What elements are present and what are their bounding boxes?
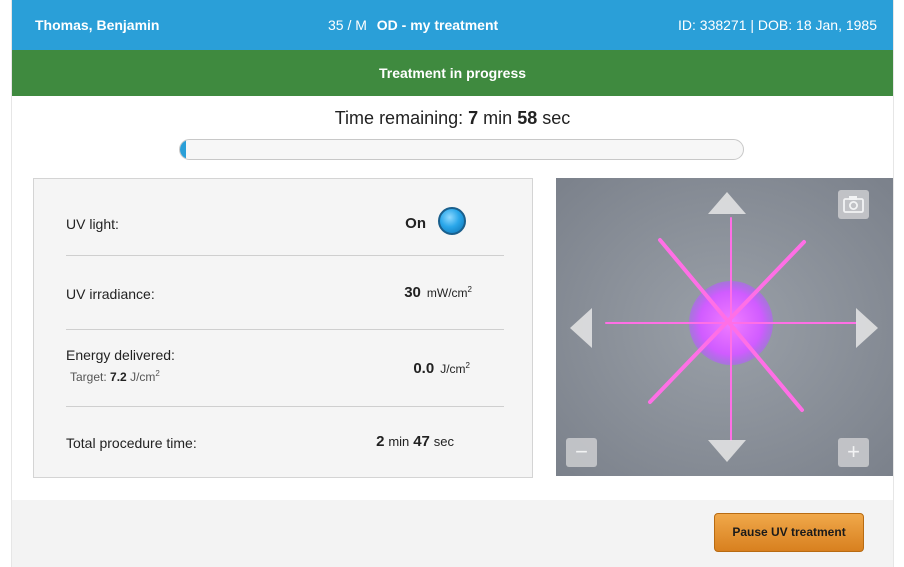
uv-light-state: On bbox=[405, 215, 426, 232]
unit-exponent: 2 bbox=[467, 285, 472, 294]
status-bar: Treatment in progress bbox=[12, 50, 893, 96]
energy-delivered-value: 0.0 J/cm2 bbox=[413, 360, 470, 377]
procedure-minutes: 2 bbox=[376, 433, 385, 450]
left-edge bbox=[0, 0, 12, 567]
treatment-info: 35 / M OD - my treatment bbox=[328, 17, 498, 33]
camera-view[interactable]: − + bbox=[556, 178, 893, 476]
uv-irradiance-label: UV irradiance: bbox=[66, 286, 155, 302]
divider bbox=[66, 329, 504, 330]
move-right-arrow-icon[interactable] bbox=[856, 308, 878, 348]
zoom-in-button[interactable]: + bbox=[838, 438, 869, 467]
total-procedure-time-label: Total procedure time: bbox=[66, 435, 197, 451]
move-up-arrow-icon[interactable] bbox=[708, 192, 746, 214]
energy-delivered-unit: J/cm2 bbox=[440, 361, 470, 376]
right-edge bbox=[893, 0, 904, 567]
time-remaining-sec-label: sec bbox=[542, 108, 571, 128]
time-remaining-label: Time remaining: bbox=[334, 108, 464, 128]
uv-irradiance-value: 30 mW/cm2 bbox=[404, 284, 472, 301]
unit-exponent: 2 bbox=[155, 369, 160, 378]
procedure-seconds: 47 bbox=[413, 433, 430, 450]
patient-header: Thomas, Benjamin 35 / M OD - my treatmen… bbox=[12, 0, 893, 50]
patient-name: Thomas, Benjamin bbox=[35, 17, 160, 33]
time-remaining-seconds: 58 bbox=[517, 108, 538, 128]
camera-feed bbox=[556, 178, 893, 476]
energy-target-unit: J/cm bbox=[130, 370, 156, 384]
treatment-parameters-panel: UV light: On UV irradiance: 30 mW/cm2 Ene… bbox=[33, 178, 533, 478]
pause-uv-treatment-button[interactable]: Pause UV treatment bbox=[714, 513, 864, 552]
patient-id-dob: ID: 338271 | DOB: 18 Jan, 1985 bbox=[678, 17, 877, 33]
energy-delivered-label: Energy delivered: bbox=[66, 347, 175, 363]
move-left-arrow-icon[interactable] bbox=[570, 308, 592, 348]
treatment-progress-bar bbox=[179, 139, 744, 160]
camera-icon[interactable] bbox=[838, 190, 869, 219]
unit-exponent: 2 bbox=[465, 361, 470, 370]
status-text: Treatment in progress bbox=[378, 65, 527, 81]
uv-light-indicator-icon bbox=[438, 207, 466, 235]
energy-delivered-number: 0.0 bbox=[413, 360, 435, 377]
uv-irradiance-unit-text: mW/cm bbox=[426, 286, 468, 300]
treatment-label: OD - my treatment bbox=[376, 17, 499, 33]
uv-irradiance-number: 30 bbox=[404, 284, 421, 301]
uv-irradiance-unit: mW/cm2 bbox=[426, 285, 472, 300]
energy-target: Target: 7.2 J/cm2 bbox=[70, 369, 160, 384]
time-remaining-min-label: min bbox=[483, 108, 513, 128]
uv-light-label: UV light: bbox=[66, 216, 119, 232]
patient-age-sex: 35 / M bbox=[328, 17, 367, 33]
energy-target-label: Target: bbox=[70, 370, 107, 384]
procedure-min-label: min bbox=[388, 434, 410, 449]
total-procedure-time-value: 2 min 47 sec bbox=[376, 433, 454, 450]
time-remaining-minutes: 7 bbox=[468, 108, 479, 128]
camera-icon-glyph bbox=[843, 196, 864, 213]
energy-target-value: 7.2 bbox=[110, 370, 127, 384]
divider bbox=[66, 255, 504, 256]
energy-delivered-unit-text: J/cm bbox=[440, 362, 466, 376]
move-down-arrow-icon[interactable] bbox=[708, 440, 746, 462]
zoom-out-button[interactable]: − bbox=[566, 438, 597, 467]
progress-fill bbox=[180, 140, 186, 159]
divider bbox=[66, 406, 504, 407]
uv-light-value: On bbox=[405, 215, 426, 232]
procedure-sec-label: sec bbox=[433, 434, 454, 449]
app-window: Thomas, Benjamin 35 / M OD - my treatmen… bbox=[0, 0, 904, 567]
time-remaining: Time remaining: 7 min 58 sec bbox=[12, 108, 893, 129]
